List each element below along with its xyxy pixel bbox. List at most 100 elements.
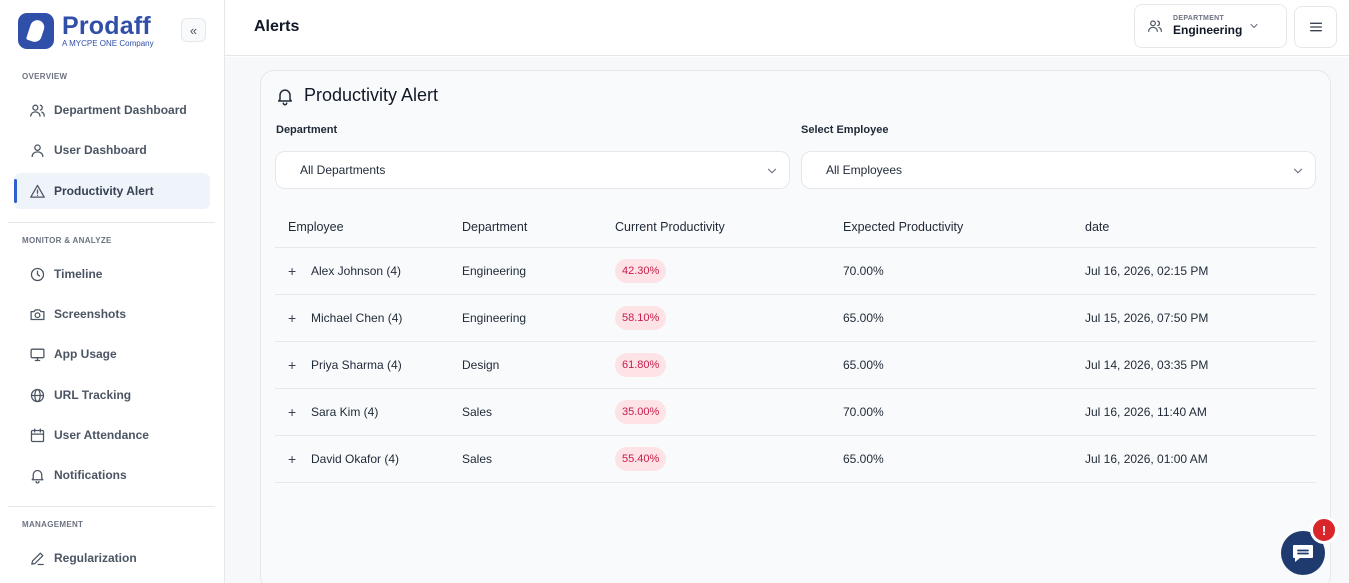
section-label-overview: OVERVIEW: [22, 72, 68, 81]
current-productivity-badge: 35.00%: [615, 400, 667, 424]
expected-productivity: 65.00%: [843, 358, 884, 372]
expected-productivity: 70.00%: [843, 405, 884, 419]
table-row[interactable]: + Michael Chen (4) Engineering 58.10% 65.…: [275, 295, 1316, 342]
employee-department: Engineering: [462, 311, 527, 325]
employee-name: David Okafor (4): [311, 452, 400, 466]
alerts-table: Employee Department Current Productivity…: [275, 207, 1316, 483]
monitor-icon: [28, 345, 46, 363]
sidebar-item-user-dashboard[interactable]: User Dashboard: [14, 132, 210, 168]
chat-icon: [1291, 542, 1315, 564]
sidebar-item-label: Notifications: [54, 468, 127, 482]
expand-icon[interactable]: +: [288, 263, 298, 279]
sidebar-item-regularization[interactable]: Regularization: [14, 540, 210, 576]
globe-icon: [28, 386, 46, 404]
pen-icon: [28, 549, 46, 567]
sidebar: Prodaff A MYCPE ONE Company « OVERVIEW D…: [0, 0, 225, 583]
column-header-expected-productivity: Expected Productivity: [843, 220, 964, 234]
sidebar-item-label: App Usage: [54, 347, 117, 361]
alert-date: Jul 16, 2026, 02:15 PM: [1085, 264, 1209, 278]
department-filter-select[interactable]: All Departments: [275, 151, 790, 189]
chevron-down-icon: [765, 164, 779, 181]
chevron-down-icon: [1248, 19, 1260, 37]
department-selector[interactable]: DEPARTMENT Engineering: [1134, 4, 1287, 48]
logo-icon: [18, 13, 54, 49]
sidebar-item-label: Productivity Alert: [54, 184, 154, 198]
department-selector-label: DEPARTMENT: [1173, 15, 1225, 22]
collapse-sidebar-button[interactable]: «: [181, 18, 206, 42]
section-label-management: MANAGEMENT: [22, 520, 84, 529]
employee-filter-label: Select Employee: [801, 124, 889, 136]
department-selector-value: Engineering: [1173, 23, 1243, 37]
sidebar-item-url-tracking[interactable]: URL Tracking: [14, 377, 210, 413]
employee-department: Sales: [462, 452, 493, 466]
employee-name: Michael Chen (4): [311, 311, 403, 325]
divider: [8, 506, 215, 507]
sidebar-item-label: Department Dashboard: [54, 103, 187, 117]
brand-logo[interactable]: Prodaff A MYCPE ONE Company: [18, 13, 154, 49]
column-header-date: date: [1085, 220, 1110, 234]
employee-department: Sales: [462, 405, 493, 419]
column-header-employee: Employee: [288, 220, 344, 234]
chevron-down-icon: [1291, 164, 1305, 181]
sidebar-item-notifications[interactable]: Notifications: [14, 457, 210, 493]
current-productivity-badge: 55.40%: [615, 447, 667, 471]
table-row[interactable]: + David Okafor (4) Sales 55.40% 65.00% Ju…: [275, 436, 1316, 483]
alert-date: Jul 16, 2026, 11:40 AM: [1085, 405, 1207, 419]
sidebar-item-productivity-alert[interactable]: Productivity Alert: [14, 173, 210, 209]
sidebar-item-department-dashboard[interactable]: Department Dashboard: [14, 92, 210, 128]
sidebar-item-label: Screenshots: [54, 307, 127, 321]
sidebar-item-app-usage[interactable]: App Usage: [14, 336, 210, 372]
sidebar-item-label: User Attendance: [54, 428, 149, 442]
employee-filter-value: All Employees: [826, 163, 903, 177]
menu-button[interactable]: [1294, 6, 1337, 48]
productivity-alert-card: Productivity Alert Department All Depart…: [260, 70, 1331, 583]
sidebar-item-user-attendance[interactable]: User Attendance: [14, 417, 210, 453]
section-label-monitor: MONITOR & ANALYZE: [22, 236, 112, 245]
clock-icon: [28, 265, 46, 283]
expand-icon[interactable]: +: [288, 357, 298, 373]
warning-icon: [28, 182, 46, 200]
page-title: Alerts: [254, 18, 300, 35]
current-productivity-badge: 42.30%: [615, 259, 667, 283]
employee-name: Alex Johnson (4): [311, 264, 402, 278]
alert-date: Jul 16, 2026, 01:00 AM: [1085, 452, 1208, 466]
divider: [8, 222, 215, 223]
double-chevron-left-icon: «: [189, 22, 198, 38]
expand-icon[interactable]: +: [288, 451, 298, 467]
calendar-icon: [28, 426, 46, 444]
top-bar: Alerts DEPARTMENT Engineering: [225, 0, 1349, 56]
expand-icon[interactable]: +: [288, 404, 298, 420]
chat-alert-badge: !: [1310, 516, 1338, 544]
expand-icon[interactable]: +: [288, 310, 298, 326]
user-icon: [28, 141, 46, 159]
sidebar-item-label: Timeline: [54, 267, 103, 281]
column-header-department: Department: [462, 220, 528, 234]
column-header-current-productivity: Current Productivity: [615, 220, 725, 234]
employee-department: Engineering: [462, 264, 527, 278]
current-productivity-badge: 58.10%: [615, 306, 667, 330]
brand-name: Prodaff: [62, 12, 151, 40]
employee-name: Priya Sharma (4): [311, 358, 402, 372]
alert-date: Jul 15, 2026, 07:50 PM: [1085, 311, 1209, 325]
expected-productivity: 65.00%: [843, 452, 884, 466]
department-filter-label: Department: [276, 124, 338, 136]
bell-icon: [28, 466, 46, 484]
hamburger-icon: [1308, 19, 1324, 35]
sidebar-item-label: URL Tracking: [54, 388, 132, 402]
table-row[interactable]: + Priya Sharma (4) Design 61.80% 65.00% J…: [275, 342, 1316, 389]
expected-productivity: 70.00%: [843, 264, 884, 278]
department-filter-value: All Departments: [300, 163, 386, 177]
users-icon: [28, 101, 46, 119]
table-row[interactable]: + Sara Kim (4) Sales 35.00% 70.00% Jul 16…: [275, 389, 1316, 436]
table-row[interactable]: + Alex Johnson (4) Engineering 42.30% 70.…: [275, 248, 1316, 295]
card-title-text: Productivity Alert: [304, 85, 439, 105]
main-content: Productivity Alert Department All Depart…: [225, 57, 1349, 583]
employee-department: Design: [462, 358, 500, 372]
expected-productivity: 65.00%: [843, 311, 884, 325]
card-title: Productivity Alert: [275, 85, 438, 106]
sidebar-item-timeline[interactable]: Timeline: [14, 256, 210, 292]
sidebar-item-screenshots[interactable]: Screenshots: [14, 296, 210, 332]
employee-filter-select[interactable]: All Employees: [801, 151, 1316, 189]
bell-icon: [275, 86, 295, 106]
alert-date: Jul 14, 2026, 03:35 PM: [1085, 358, 1209, 372]
